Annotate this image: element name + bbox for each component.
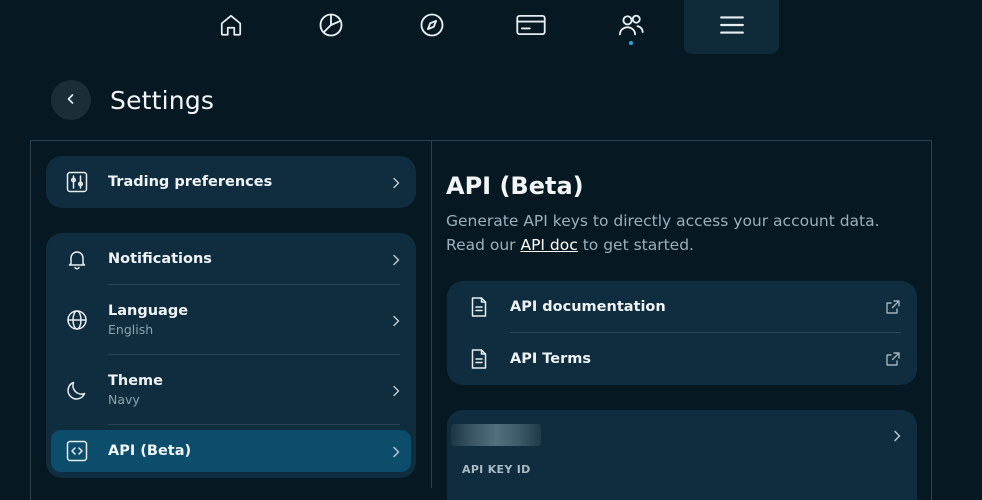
api-links-card: API documentation API Terms (447, 281, 917, 385)
trading-preferences-card: Trading preferences (46, 156, 416, 208)
nav-discover-button[interactable] (384, 0, 479, 54)
chevron-right-icon (891, 428, 903, 447)
menu-item-label: Trading preferences (108, 174, 273, 190)
nav-social-button[interactable] (583, 0, 678, 54)
sliders-icon (65, 170, 89, 194)
description-line: Read our API doc to get started. (446, 233, 916, 257)
menu-item-label: Theme (108, 373, 163, 389)
home-icon (218, 12, 244, 42)
api-terms-link[interactable]: API Terms (447, 333, 917, 385)
nav-home-button[interactable] (183, 0, 278, 54)
description-suffix: to get started. (577, 236, 694, 254)
menu-item-label: Language (108, 303, 189, 319)
menu-item-trading-preferences[interactable]: Trading preferences (46, 156, 416, 208)
chevron-left-icon (64, 91, 78, 110)
bell-icon (65, 247, 89, 271)
back-button[interactable] (51, 80, 91, 120)
moon-icon (65, 378, 89, 402)
section-description: Generate API keys to directly access you… (446, 209, 916, 257)
compass-icon (418, 11, 446, 43)
credit-card-icon (515, 12, 547, 42)
menu-item-language[interactable]: Language English (46, 285, 416, 355)
nav-menu-button[interactable] (684, 0, 779, 54)
top-navigation (0, 0, 982, 56)
menu-item-label: API (Beta) (108, 443, 192, 459)
menu-item-notifications[interactable]: Notifications (46, 233, 416, 285)
menu-item-label: Notifications (108, 251, 212, 267)
code-icon (65, 439, 89, 463)
chevron-right-icon (390, 444, 402, 458)
link-label: API documentation (510, 299, 666, 315)
menu-item-value: Navy (108, 392, 140, 407)
pie-chart-icon (317, 11, 345, 43)
users-icon (617, 11, 645, 43)
panel-divider (431, 140, 432, 488)
api-key-redacted (451, 424, 541, 446)
document-icon (467, 295, 491, 319)
globe-icon (65, 308, 89, 332)
api-key-label: API KEY ID (462, 463, 531, 476)
api-key-card[interactable]: API KEY ID (447, 410, 917, 500)
menu-item-api-beta[interactable]: API (Beta) (51, 430, 411, 472)
menu-separator (108, 424, 400, 425)
api-doc-link[interactable]: API doc (520, 236, 577, 254)
nav-card-button[interactable] (483, 0, 578, 54)
external-link-icon (885, 351, 901, 367)
external-link-icon (885, 299, 901, 315)
description-prefix: Read our (446, 236, 521, 254)
nav-portfolio-button[interactable] (283, 0, 378, 54)
menu-icon (719, 14, 745, 40)
section-title: API (Beta) (446, 172, 584, 200)
menu-item-value: English (108, 322, 154, 337)
menu-item-theme[interactable]: Theme Navy (46, 355, 416, 425)
chevron-right-icon (390, 383, 402, 397)
notification-dot (629, 41, 633, 45)
chevron-right-icon (390, 252, 402, 266)
settings-menu-card: Notifications Language English Theme Nav… (46, 233, 416, 478)
description-line: Generate API keys to directly access you… (446, 212, 880, 230)
chevron-right-icon (390, 313, 402, 327)
document-icon (467, 347, 491, 371)
page-header: Settings (51, 80, 214, 120)
link-label: API Terms (510, 351, 591, 367)
page-title: Settings (110, 85, 215, 115)
chevron-right-icon (390, 175, 402, 189)
api-documentation-link[interactable]: API documentation (447, 281, 917, 333)
